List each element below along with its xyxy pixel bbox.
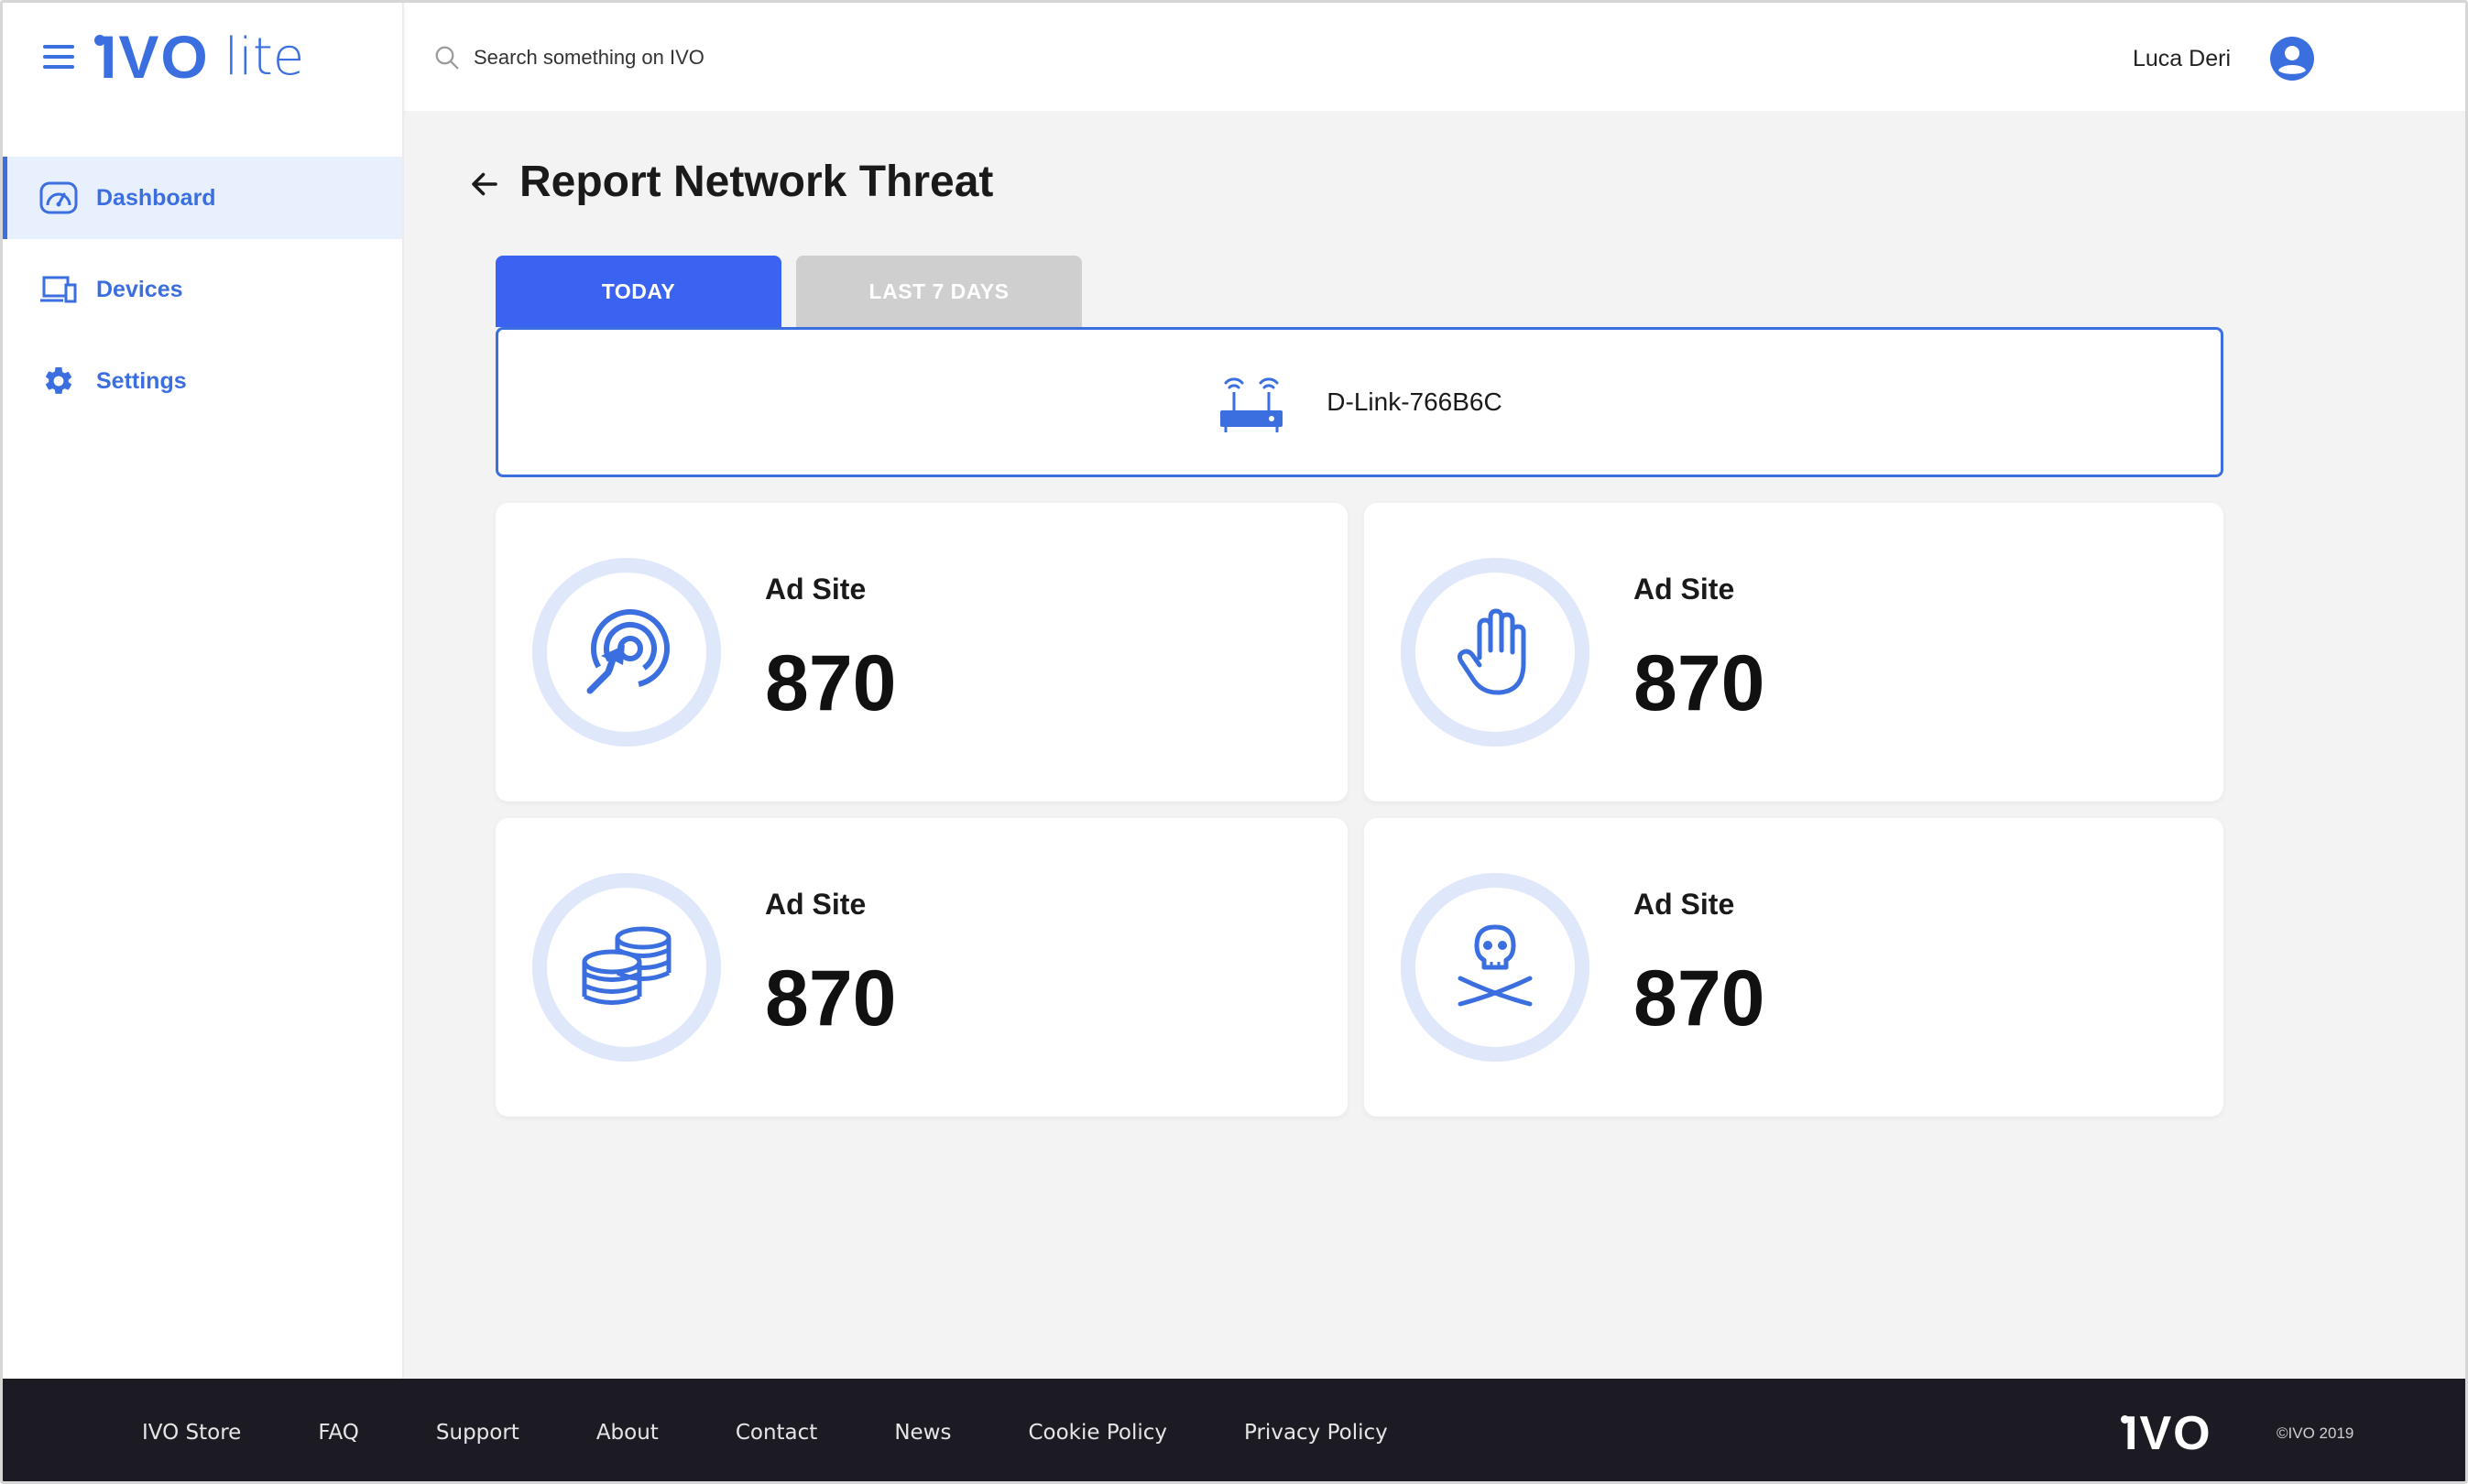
user-name: Luca Deri (2133, 45, 2231, 71)
skull-crossbones-icon (1458, 924, 1533, 1007)
gear-icon (39, 365, 78, 398)
menu-icon[interactable] (43, 45, 74, 69)
card-value: 870 (765, 955, 897, 1042)
footer-link-contact[interactable]: Contact (736, 1421, 817, 1445)
threat-card[interactable]: Ad Site 870 (496, 818, 1348, 1117)
brand-area: IVO lite (3, 3, 404, 111)
icon-ring (1401, 873, 1589, 1062)
icon-ring (532, 873, 721, 1062)
card-label: Ad Site (765, 573, 867, 606)
sidebar-item-label: Dashboard (96, 184, 216, 211)
card-value: 870 (765, 639, 897, 727)
card-label: Ad Site (1633, 573, 1735, 606)
card-value: 870 (1633, 955, 1765, 1042)
sidebar-item-devices[interactable]: Devices (3, 248, 402, 331)
top-bar: IVO lite Luca Deri (3, 3, 2465, 111)
footer-link-about[interactable]: About (596, 1421, 659, 1445)
footer-link-support[interactable]: Support (436, 1421, 519, 1445)
footer-link-privacy-policy[interactable]: Privacy Policy (1244, 1421, 1388, 1445)
tab-last-7-days[interactable]: LAST 7 DAYS (796, 256, 1082, 327)
devices-icon (39, 273, 78, 306)
target-click-icon (586, 609, 670, 694)
footer-links: IVO Store FAQ Support About Contact News… (142, 1379, 1465, 1481)
tab-today[interactable]: TODAY (496, 256, 781, 327)
sidebar: Dashboard Devices Settings (3, 111, 404, 1379)
footer-link-ivo-store[interactable]: IVO Store (142, 1421, 241, 1445)
search-bar (433, 41, 1023, 74)
user-avatar-icon[interactable] (2269, 36, 2315, 82)
logo[interactable]: IVO lite (94, 22, 305, 92)
footer: IVO Store FAQ Support About Contact News… (3, 1379, 2465, 1481)
copyright: ©IVO 2019 (2277, 1424, 2354, 1442)
page-title: Report Network Threat (519, 158, 994, 206)
sidebar-item-settings[interactable]: Settings (3, 340, 402, 422)
card-value: 870 (1633, 639, 1765, 727)
footer-logo[interactable]: IVO (2121, 1406, 2212, 1461)
icon-ring (532, 558, 721, 747)
footer-link-news[interactable]: News (894, 1421, 951, 1445)
logo-wordmark: IVO (94, 22, 210, 92)
sidebar-item-dashboard[interactable]: Dashboard (3, 157, 402, 239)
device-name: D-Link-766B6C (1327, 387, 1502, 416)
footer-link-cookie-policy[interactable]: Cookie Policy (1028, 1421, 1167, 1445)
sidebar-item-label: Devices (96, 276, 183, 302)
coins-stack-icon (582, 926, 672, 1005)
sidebar-item-label: Settings (96, 367, 187, 394)
card-label: Ad Site (765, 888, 867, 921)
footer-link-faq[interactable]: FAQ (318, 1421, 359, 1445)
card-label: Ad Site (1633, 888, 1735, 921)
app-window: IVO lite Luca Deri (0, 0, 2468, 1484)
hand-stop-icon (1457, 608, 1526, 695)
user-menu[interactable]: Luca Deri (2133, 36, 2315, 82)
device-selector[interactable]: D-Link-766B6C (496, 327, 2223, 477)
search-input[interactable] (474, 46, 1023, 70)
threat-card[interactable]: Ad Site 870 (496, 503, 1348, 802)
logo-suffix: lite (224, 27, 305, 87)
search-icon[interactable] (433, 44, 461, 71)
back-arrow-icon[interactable] (468, 168, 501, 201)
dashboard-gauge-icon (39, 181, 78, 214)
threat-card[interactable]: Ad Site 870 (1364, 503, 2223, 802)
threat-card[interactable]: Ad Site 870 (1364, 818, 2223, 1117)
icon-ring (1401, 558, 1589, 747)
router-icon (1220, 377, 1283, 432)
